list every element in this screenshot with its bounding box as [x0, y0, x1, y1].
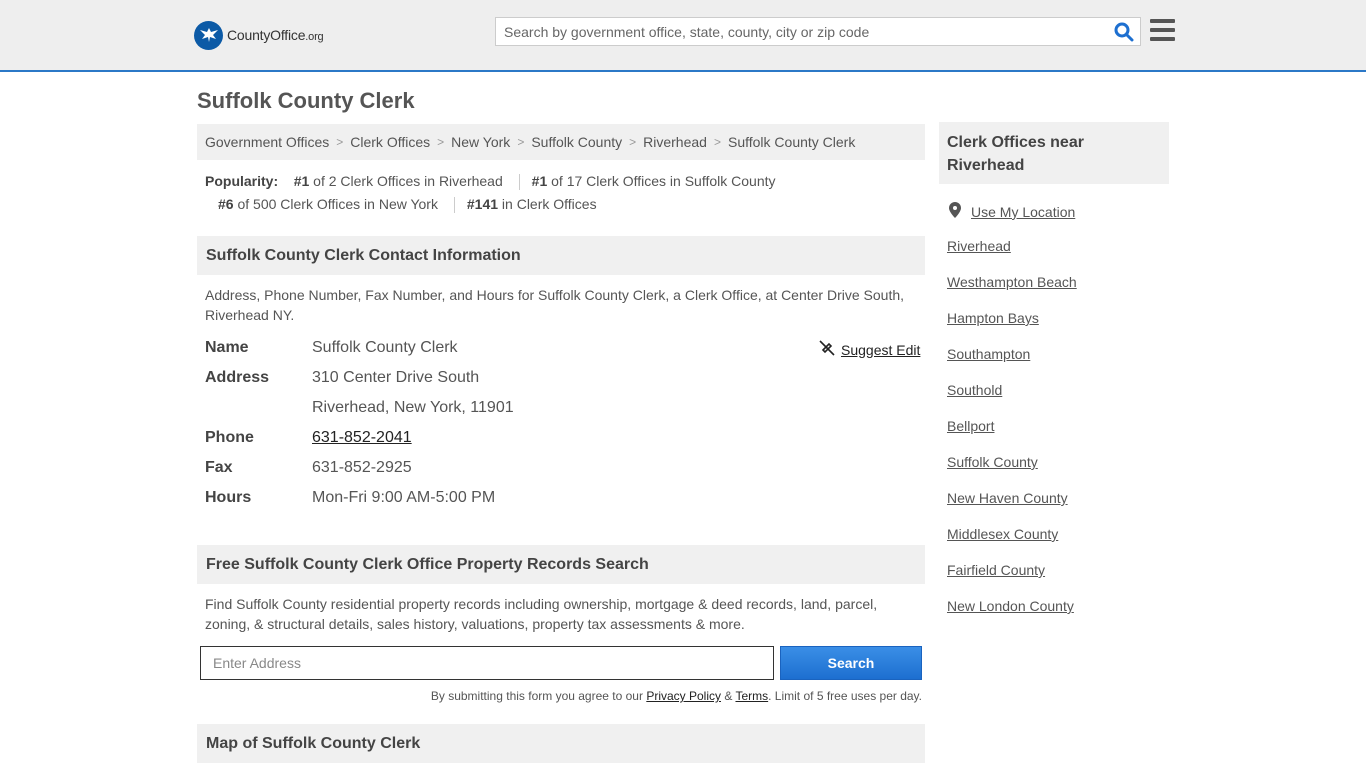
contact-section-heading: Suffolk County Clerk Contact Information: [197, 236, 925, 275]
sidebar-link[interactable]: Southampton: [947, 346, 1030, 362]
hamburger-menu-icon[interactable]: [1150, 19, 1175, 41]
property-section-heading: Free Suffolk County Clerk Office Propert…: [197, 545, 925, 584]
site-header: CountyOffice.org: [0, 0, 1366, 72]
breadcrumb-item[interactable]: New York: [451, 134, 510, 150]
info-label: Phone: [205, 429, 254, 446]
info-value: 631-852-2925: [312, 459, 412, 476]
logo-text-office: Office: [270, 27, 306, 43]
site-search: [495, 17, 1141, 46]
suggest-edit-label: Suggest Edit: [841, 341, 921, 358]
divider: [453, 197, 455, 214]
breadcrumb-item[interactable]: Suffolk County: [531, 134, 622, 150]
site-logo[interactable]: CountyOffice.org: [194, 20, 324, 50]
logo-text-county: County: [227, 27, 271, 43]
popularity-line-1: Popularity: #1 of 2 Clerk Offices in Riv…: [205, 173, 776, 191]
info-value: Riverhead, New York, 11901: [312, 399, 514, 416]
breadcrumb-item[interactable]: Government Offices: [205, 134, 329, 150]
terms-prefix: By submitting this form you agree to our: [430, 689, 647, 703]
popularity-rank: #1: [293, 173, 310, 189]
sidebar-heading: Clerk Offices near Riverhead: [939, 122, 1169, 184]
info-label: Name: [205, 339, 249, 356]
divider: [518, 174, 520, 191]
property-search-button[interactable]: Search: [780, 646, 922, 680]
use-my-location-link[interactable]: Use My Location: [949, 202, 1075, 221]
privacy-policy-link[interactable]: Privacy Policy: [646, 689, 721, 703]
chevron-right-icon: >: [517, 135, 525, 149]
info-value: Mon-Fri 9:00 AM-5:00 PM: [312, 489, 496, 506]
suggest-edit-link[interactable]: Suggest Edit: [819, 340, 920, 359]
breadcrumb-item[interactable]: Clerk Offices: [350, 134, 430, 150]
chevron-right-icon: >: [336, 135, 344, 149]
terms-notice: By submitting this form you agree to our…: [431, 689, 922, 703]
search-icon[interactable]: [1114, 22, 1134, 42]
terms-amp: &: [721, 689, 736, 703]
popularity-text: of 500 Clerk Offices in New York: [233, 196, 438, 212]
info-value: 310 Center Drive South: [312, 369, 480, 386]
popularity-label: Popularity:: [205, 173, 279, 189]
address-input[interactable]: [200, 646, 774, 680]
sidebar-link[interactable]: Hampton Bays: [947, 310, 1039, 326]
chevron-right-icon: >: [437, 135, 445, 149]
edit-off-icon: [819, 340, 835, 359]
info-label: Address: [205, 369, 270, 386]
map-section-heading: Map of Suffolk County Clerk: [197, 724, 925, 763]
sidebar-link[interactable]: New Haven County: [947, 490, 1068, 506]
chevron-right-icon: >: [713, 135, 721, 149]
info-value: Suffolk County Clerk: [312, 339, 458, 356]
property-description: Find Suffolk County residential property…: [205, 596, 878, 632]
popularity-text: of 17 Clerk Offices in Suffolk County: [547, 173, 776, 189]
popularity-rank: #1: [531, 173, 548, 189]
popularity-rank: #6: [218, 196, 234, 212]
breadcrumb: Government Offices > Clerk Offices > New…: [197, 124, 925, 160]
terms-suffix: . Limit of 5 free uses per day.: [768, 689, 922, 703]
logo-text-org: .org: [305, 31, 324, 43]
info-label: Fax: [205, 459, 233, 476]
sidebar-link[interactable]: Riverhead: [947, 238, 1011, 254]
popularity-line-2: #6 of 500 Clerk Offices in New York #141…: [218, 196, 597, 214]
logo-text: CountyOffice.org: [227, 27, 324, 43]
sidebar-link[interactable]: New London County: [947, 598, 1074, 614]
chevron-right-icon: >: [629, 135, 637, 149]
popularity-rank: #141: [466, 196, 499, 212]
sidebar-link[interactable]: Fairfield County: [947, 562, 1045, 578]
site-search-input[interactable]: [496, 18, 1106, 45]
sidebar-link[interactable]: Middlesex County: [947, 526, 1058, 542]
eagle-logo-icon: [194, 20, 223, 50]
popularity-text: of 2 Clerk Offices in Riverhead: [309, 173, 503, 189]
sidebar-link[interactable]: Southold: [947, 382, 1002, 398]
sidebar-link[interactable]: Westhampton Beach: [947, 274, 1077, 290]
breadcrumb-item-current[interactable]: Suffolk County Clerk: [728, 134, 855, 150]
info-label: Hours: [205, 489, 252, 506]
contact-description: Address, Phone Number, Fax Number, and H…: [205, 287, 905, 323]
popularity-text: in Clerk Offices: [498, 196, 597, 212]
page-title: Suffolk County Clerk: [197, 88, 415, 113]
use-my-location-label: Use My Location: [971, 203, 1076, 220]
breadcrumb-item[interactable]: Riverhead: [643, 134, 707, 150]
terms-link[interactable]: Terms: [735, 689, 768, 703]
sidebar-link[interactable]: Bellport: [947, 418, 994, 434]
location-pin-icon: [949, 202, 961, 221]
phone-link[interactable]: 631-852-2041: [312, 429, 412, 447]
sidebar-link[interactable]: Suffolk County: [947, 454, 1038, 470]
